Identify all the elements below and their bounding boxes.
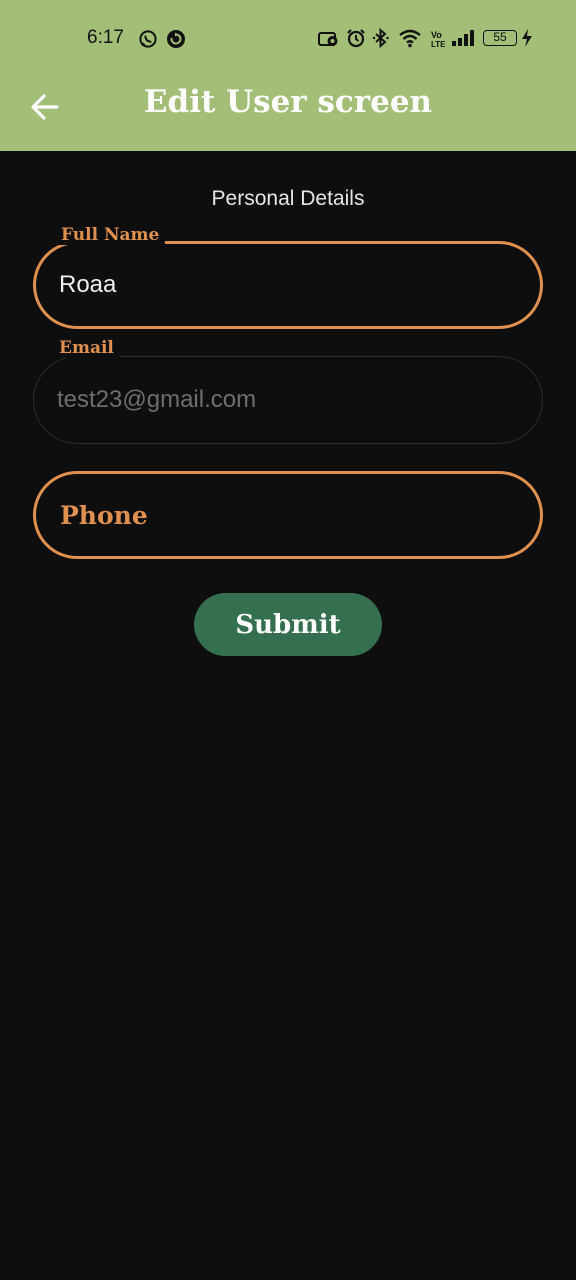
charging-icon [522,29,532,47]
email-field: Email test23@gmail.com [33,338,543,444]
volte-icon: Vo LTE [431,30,445,49]
whatsapp-icon [139,30,157,48]
status-time: 6:17 [87,27,124,48]
app-bar: 6:17 Vo LTE 55 Edit User screen [0,0,576,151]
submit-button[interactable]: Submit [194,593,382,656]
phone-field[interactable]: Phone [33,471,543,559]
page-title: Edit User screen [143,84,433,120]
full-name-label: Full Name [55,225,166,245]
alarm-icon [347,29,365,48]
email-label: Email [53,338,120,358]
sync-icon [167,30,185,48]
svg-text:LTE: LTE [431,40,445,49]
email-input: test23@gmail.com [57,386,257,413]
phone-input[interactable]: Phone [60,474,148,556]
bluetooth-icon [372,28,389,48]
svg-text:Vo: Vo [431,30,442,40]
screen-record-icon [318,32,338,46]
signal-icon [452,30,474,46]
battery-icon: 55 [483,30,517,46]
wifi-icon [399,29,421,48]
full-name-input[interactable]: Roaa [59,244,509,326]
full-name-field[interactable]: Full Name Roaa [33,225,543,329]
section-title: Personal Details [211,187,365,210]
